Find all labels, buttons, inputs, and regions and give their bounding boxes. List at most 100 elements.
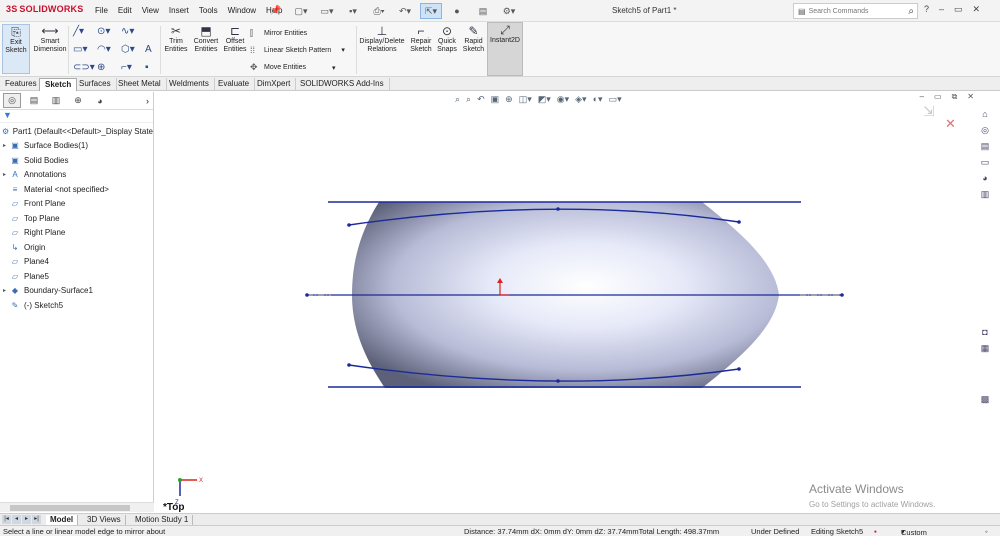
line-tool-icon[interactable]: ╱▾ [73, 26, 84, 37]
rebuild-status-icon[interactable]: ▪ [874, 527, 877, 536]
arc-endpoint[interactable] [347, 223, 351, 227]
scrollbar-thumb[interactable] [10, 505, 130, 511]
search-scope-icon[interactable]: ▤ [798, 7, 806, 16]
tab-evaluate[interactable]: Evaluate [213, 78, 256, 91]
slot-tool-icon[interactable]: ⊂⊃▾ [73, 62, 95, 73]
menu-window[interactable]: Window [228, 6, 256, 15]
tree-item[interactable]: ▣ Solid Bodies [0, 153, 153, 168]
sketch-canvas[interactable]: ⇲ ✕ X Z [155, 92, 1000, 512]
display-manager-tab-icon[interactable]: ◕ [91, 93, 109, 108]
menu-view[interactable]: View [142, 6, 159, 15]
centerline-endpoint-left[interactable] [305, 293, 309, 297]
arc-midpoint[interactable] [556, 379, 560, 383]
tree-item[interactable]: ▱ Front Plane [0, 197, 153, 212]
menu-tools[interactable]: Tools [199, 6, 218, 15]
options-icon[interactable]: ⚙▾ [498, 3, 520, 19]
arc-tool-icon[interactable]: ◠▾ [97, 44, 111, 55]
display-delete-relations-button[interactable]: ⊥ Display/Delete Relations [358, 24, 406, 74]
discard-sketch-corner-icon[interactable]: ✕ [945, 116, 956, 131]
arc-midpoint[interactable] [556, 207, 560, 211]
instant2d-button[interactable]: ⤢ Instant2D [487, 22, 523, 76]
tab-weldments[interactable]: Weldments [164, 78, 215, 91]
property-manager-tab-icon[interactable]: ▤ [25, 93, 43, 108]
linear-sketch-pattern-button[interactable]: ⁞⁞ Linear Sketch Pattern ▾ [250, 45, 345, 55]
exit-sketch-corner-icon[interactable]: ⇲ [923, 103, 935, 119]
search-input[interactable]: Search Commands [809, 8, 909, 15]
graphics-area[interactable]: ⌕ ⌕ ↶ ▣ ⊕ ◫▾ ◩▾ ◉▾ ◈▾ ◐▾ ▭▾ – ▭ ⧉ ✕ ⇲ ✕ … [155, 92, 1000, 513]
tab-dimxpert[interactable]: DimXpert [252, 78, 297, 91]
tree-item[interactable]: ▸ ◆ Boundary-Surface1 [0, 284, 153, 299]
tree-item[interactable]: ▱ Plane4 [0, 255, 153, 270]
centerline-endpoint-right[interactable] [840, 293, 844, 297]
rebuild-icon[interactable]: ● [446, 3, 468, 19]
exit-sketch-button[interactable]: ⎘ Exit Sketch [2, 24, 30, 74]
file-explorer-icon[interactable]: ▭ [978, 157, 992, 169]
search-icon[interactable]: ⌕ [908, 6, 914, 17]
offset-entities-button[interactable]: ⊏ Offset Entities [222, 24, 248, 74]
tree-item[interactable]: ▱ Top Plane [0, 211, 153, 226]
menu-file[interactable]: File [95, 6, 108, 15]
chevron-down-icon[interactable]: ▾ [341, 46, 345, 54]
expand-arrow-icon[interactable]: ▸ [0, 287, 9, 294]
menu-insert[interactable]: Insert [169, 6, 189, 15]
arc-endpoint[interactable] [347, 363, 351, 367]
first-tab-icon[interactable]: |◂ [2, 515, 11, 524]
tree-item[interactable]: ≡ Material <not specified> [0, 182, 153, 197]
tree-item[interactable]: ▱ Plane5 [0, 269, 153, 284]
filter-icon[interactable]: ▼ [0, 110, 153, 123]
trim-entities-button[interactable]: ✂ Trim Entities [163, 24, 189, 74]
expand-arrow-icon[interactable]: ▸ [0, 142, 9, 149]
tree-item[interactable]: ▱ Right Plane [0, 226, 153, 241]
resources-icon[interactable]: ◎ [978, 125, 992, 137]
repair-sketch-button[interactable]: ⌐ Repair Sketch [408, 24, 434, 74]
appearances-icon[interactable]: ◕ [978, 173, 992, 185]
home-icon[interactable]: ⌂ [978, 109, 992, 121]
new-document-icon[interactable]: ▢▾ [290, 3, 312, 19]
file-properties-icon[interactable]: ▤ [472, 3, 494, 19]
print-icon[interactable]: ⎙▾ [368, 3, 390, 19]
camera-icon[interactable]: ◘ [978, 327, 992, 339]
polygon-tool-icon[interactable]: ⬡▾ [121, 44, 135, 55]
mirror-entities-button[interactable]: ⫿ Mirror Entities [250, 28, 307, 39]
configuration-manager-tab-icon[interactable]: ▥ [47, 93, 65, 108]
circle-tool-icon[interactable]: ⊙▾ [97, 26, 110, 37]
smart-dimension-button[interactable]: ⟷ Smart Dimension [33, 24, 67, 74]
customize-icon[interactable]: ◦ [985, 527, 988, 536]
tree-item[interactable]: ▸ A Annotations [0, 168, 153, 183]
select-pointer-icon[interactable]: ⇱▾ [420, 3, 442, 19]
tree-item[interactable]: ▸ ▣ Surface Bodies(1) [0, 139, 153, 154]
arc-endpoint[interactable] [737, 220, 741, 224]
close-icon[interactable]: ✕ [973, 4, 981, 15]
pin-icon[interactable]: 📌 [270, 5, 281, 16]
units-selector[interactable]: Custom ▾ [901, 527, 927, 536]
arc-endpoint[interactable] [737, 367, 741, 371]
solidworks-logo[interactable]: 3S SOLIDWORKS [6, 4, 83, 14]
point-tool-icon[interactable]: ⊕ [97, 62, 105, 73]
convert-entities-button[interactable]: ⬒ Convert Entities [191, 24, 221, 74]
tab-sheet-metal[interactable]: Sheet Metal [113, 78, 167, 91]
text-tool-icon[interactable]: A [145, 44, 152, 55]
toolbox-icon[interactable]: ▩ [978, 394, 992, 406]
prev-tab-icon[interactable]: ◂ [12, 515, 21, 524]
tab-features[interactable]: Features [0, 78, 43, 91]
tree-item[interactable]: ✎ (-) Sketch5 [0, 298, 153, 313]
quick-snaps-button[interactable]: ⊙ Quick Snaps [435, 24, 459, 74]
search-commands-box[interactable]: ▤ Search Commands ⌕ [793, 3, 918, 19]
open-icon[interactable]: ▭▾ [316, 3, 338, 19]
minimize-icon[interactable]: – [939, 4, 944, 15]
tree-root-part[interactable]: ⚙ Part1 (Default<<Default>_Display State [0, 124, 153, 139]
save-icon[interactable]: ▪▾ [342, 3, 364, 19]
chevron-right-icon[interactable]: › [146, 96, 149, 106]
dimxpert-manager-tab-icon[interactable]: ⊕ [69, 93, 87, 108]
rapid-sketch-button[interactable]: ✎ Rapid Sketch [461, 24, 486, 74]
undo-icon[interactable]: ↶▾ [394, 3, 416, 19]
fillet-tool-icon[interactable]: ⌐▾ [121, 62, 132, 73]
tab-surfaces[interactable]: Surfaces [74, 78, 117, 91]
help-icon[interactable]: ? [924, 4, 929, 15]
feature-manager-tab-icon[interactable]: ◎ [3, 93, 21, 108]
confirmation-corner[interactable]: ⇲ ✕ [923, 103, 956, 131]
plane-tool-icon[interactable]: ▪ [145, 62, 149, 73]
design-library-icon[interactable]: ▤ [978, 141, 992, 153]
spline-tool-icon[interactable]: ∿▾ [121, 26, 134, 37]
rectangle-tool-icon[interactable]: ▭▾ [73, 44, 87, 55]
